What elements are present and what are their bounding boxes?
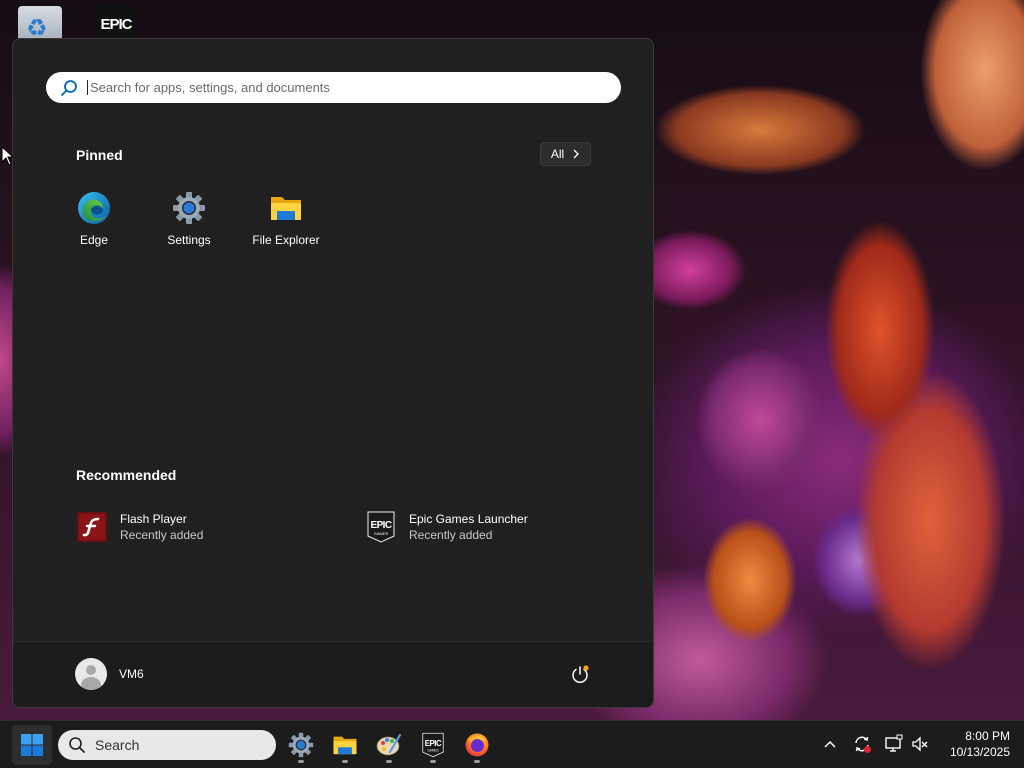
start-menu: Pinned All Edge: [12, 38, 654, 708]
show-hidden-icons-button[interactable]: [819, 733, 841, 755]
taskbar-app-epic-games[interactable]: EPIC GAMES: [413, 725, 453, 765]
all-apps-button[interactable]: All: [540, 142, 591, 166]
svg-text:GAMES: GAMES: [427, 748, 438, 752]
taskbar-app-settings[interactable]: [281, 725, 321, 765]
windows-logo-icon: [21, 734, 43, 756]
running-indicator: [342, 760, 348, 763]
recommended-item-epic-games[interactable]: EPIC GAMES Epic Games Launcher Recently …: [365, 507, 528, 547]
paint-palette-icon: [376, 733, 402, 756]
avatar: [75, 658, 107, 690]
chevron-up-icon: [824, 740, 836, 748]
start-button[interactable]: [12, 725, 52, 765]
svg-text:GAMES: GAMES: [374, 531, 389, 536]
running-indicator: [386, 760, 392, 763]
edge-icon: [78, 192, 110, 224]
search-icon: [61, 79, 77, 96]
svg-text:EPIC: EPIC: [425, 739, 442, 748]
display-icon: [885, 734, 903, 752]
user-account-button[interactable]: VM6: [75, 658, 144, 690]
pinned-app-label: Settings: [167, 233, 211, 247]
volume-tray-button[interactable]: [909, 733, 931, 755]
user-name: VM6: [119, 667, 144, 681]
start-menu-footer: VM6: [13, 641, 653, 707]
epic-logo-text: EPIC: [100, 15, 132, 33]
pinned-app-settings[interactable]: Settings: [144, 191, 234, 261]
taskbar: Search EPIC GAMES 8:00 PM 10/13/2025: [0, 720, 1024, 768]
clock-time: 8:00 PM: [965, 729, 1010, 743]
epic-games-desktop-icon[interactable]: EPIC: [95, 6, 137, 42]
flash-player-icon: [76, 511, 108, 543]
taskbar-app-firefox[interactable]: [457, 725, 497, 765]
pinned-app-label: Edge: [79, 233, 109, 247]
clock-date: 10/13/2025: [949, 745, 1010, 759]
sync-icon: [855, 736, 871, 753]
taskbar-app-file-explorer[interactable]: [325, 725, 365, 765]
recommended-heading: Recommended: [76, 467, 177, 483]
recommended-item-subtitle: Recently added: [120, 528, 204, 542]
sync-tray-button[interactable]: [851, 733, 873, 755]
folder-icon: [271, 197, 301, 220]
svg-text:EPIC: EPIC: [371, 520, 392, 531]
epic-games-icon: EPIC GAMES: [365, 511, 397, 543]
settings-gear-icon: [173, 192, 205, 224]
recommended-item-name: Flash Player: [120, 512, 187, 526]
pinned-app-label: File Explorer: [252, 233, 320, 247]
mouse-cursor-icon: [1, 146, 13, 166]
taskbar-search[interactable]: Search: [58, 730, 276, 760]
pinned-app-file-explorer[interactable]: File Explorer: [241, 191, 331, 261]
start-search-input[interactable]: [87, 80, 607, 95]
taskbar-app-paint[interactable]: [369, 725, 409, 765]
recommended-item-subtitle: Recently added: [409, 528, 493, 542]
running-indicator: [298, 760, 304, 763]
display-tray-button[interactable]: [883, 733, 905, 755]
pinned-heading: Pinned: [76, 147, 123, 163]
epic-games-icon: EPIC GAMES: [422, 732, 444, 758]
recommended-item-name: Epic Games Launcher: [409, 512, 528, 526]
recommended-item-flash-player[interactable]: Flash Player Recently added: [76, 507, 203, 547]
start-search-box[interactable]: [46, 72, 621, 103]
search-icon: [69, 737, 85, 753]
power-icon[interactable]: [569, 664, 591, 686]
taskbar-search-label: Search: [95, 737, 140, 753]
firefox-icon: [465, 733, 489, 757]
settings-gear-icon: [288, 732, 314, 758]
pinned-app-edge[interactable]: Edge: [49, 191, 139, 261]
folder-icon: [333, 736, 357, 755]
chevron-right-icon: [573, 149, 580, 159]
running-indicator: [430, 760, 436, 763]
speaker-muted-icon: [912, 736, 928, 752]
all-apps-label: All: [550, 147, 565, 161]
running-indicator: [474, 760, 480, 763]
taskbar-clock[interactable]: 8:00 PM 10/13/2025: [940, 728, 1010, 760]
